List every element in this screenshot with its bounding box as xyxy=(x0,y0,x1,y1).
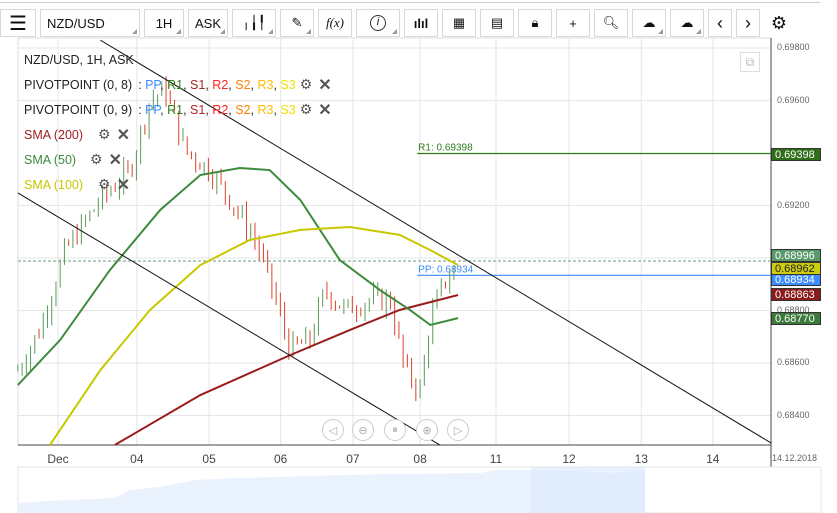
price-label: 0.69398 xyxy=(771,147,821,161)
price-tick-label: 0.69800 xyxy=(777,42,810,52)
price-label: 0.68863 xyxy=(771,287,821,301)
window-restore-icon: ⧉ xyxy=(745,55,755,69)
sma-name: SMA (100) xyxy=(24,177,84,192)
gear-icon[interactable]: ⚙ xyxy=(98,126,111,143)
time-tick-label: 14 xyxy=(706,452,720,466)
legend-sma-50: SMA (50) ⚙ ✕ xyxy=(24,147,332,172)
gear-icon[interactable]: ⚙ xyxy=(98,176,111,193)
scroll-forward-button[interactable]: ▷ xyxy=(447,419,469,441)
pivot-name: PIVOTPOINT (0, 8) xyxy=(24,77,133,92)
pivot-part-s3: S3 xyxy=(280,77,296,92)
time-tick-label: 07 xyxy=(346,452,360,466)
close-icon[interactable]: ✕ xyxy=(318,100,331,120)
time-tick-label: 05 xyxy=(202,452,216,466)
restore-button[interactable]: ⧉ xyxy=(740,52,760,72)
price-tick-label: 0.68600 xyxy=(777,357,810,367)
pivot-part-r2: R2 xyxy=(212,77,229,92)
chevron-right-icon: ▷ xyxy=(453,424,463,437)
close-icon[interactable]: ✕ xyxy=(318,75,331,95)
time-tick-label: 04 xyxy=(130,452,144,466)
price-label: 0.68962 xyxy=(771,261,821,275)
reset-icon: ⏸ xyxy=(392,423,398,436)
time-tick-label: 11 xyxy=(489,452,503,466)
end-date-label: 14.12.2018 xyxy=(772,453,818,463)
legend-pivot-1: PIVOTPOINT (0, 9): PP, R1, S1, R2, S2, R… xyxy=(24,100,332,120)
pivot-part-r2: R2 xyxy=(212,102,229,117)
pivot-part-r3: R3 xyxy=(257,102,274,117)
price-tick-label: 0.68400 xyxy=(777,409,810,420)
gear-icon[interactable]: ⚙ xyxy=(90,151,103,168)
zoom-in-icon: ⊕ xyxy=(422,424,432,437)
pivot-part-pp: PP xyxy=(145,77,161,92)
sma-name: SMA (200) xyxy=(24,127,84,142)
price-tick-label: 0.69200 xyxy=(777,199,810,210)
pivot-name: PIVOTPOINT (0, 9) xyxy=(24,102,133,117)
navigator-window xyxy=(531,467,645,513)
zoom-out-button[interactable]: ⊖ xyxy=(352,419,374,441)
price-label: 0.68770 xyxy=(771,312,821,326)
close-icon[interactable]: ✕ xyxy=(117,125,130,145)
legend-sma-100: SMA (100) ⚙ ✕ xyxy=(24,172,332,197)
gear-icon[interactable]: ⚙ xyxy=(300,76,313,93)
time-tick-label: Dec xyxy=(47,452,69,466)
price-tick-label: 0.69600 xyxy=(777,94,810,105)
pivot-part-pp: PP xyxy=(145,102,161,117)
reset-button[interactable]: ⏸ xyxy=(384,419,406,441)
legend-title: NZD/USD, 1H, ASK xyxy=(24,52,134,67)
pivot-parts: PP, R1, S1, R2, S2, R3, S3 xyxy=(145,77,296,92)
sma-name: SMA (50) xyxy=(24,152,77,167)
legend-pivot-0: PIVOTPOINT (0, 8): PP, R1, S1, R2, S2, R… xyxy=(24,75,332,95)
chart-legend: NZD/USD, 1H, ASK PIVOTPOINT (0, 8): PP, … xyxy=(24,47,332,197)
time-tick-label: 12 xyxy=(562,452,576,466)
pivot-line-label: R1: 0.69398 xyxy=(418,143,473,154)
pivot-line-label: PP: 0.68934 xyxy=(418,264,473,275)
zoom-out-icon: ⊖ xyxy=(358,424,368,437)
zoom-in-button[interactable]: ⊕ xyxy=(416,419,438,441)
scroll-back-button[interactable]: ◁ xyxy=(322,419,344,441)
pivot-part-s2: S2 xyxy=(235,102,251,117)
pivot-part-s3: S3 xyxy=(280,102,296,117)
price-label: 0.68996 xyxy=(771,249,821,263)
pivot-parts: PP, R1, S1, R2, S2, R3, S3 xyxy=(145,102,296,117)
pivot-part-s1: S1 xyxy=(190,102,206,117)
chevron-left-icon: ◁ xyxy=(328,424,338,437)
pivot-part-s2: S2 xyxy=(235,77,251,92)
close-icon[interactable]: ✕ xyxy=(117,175,130,195)
time-tick-label: 06 xyxy=(273,452,288,466)
legend-sma-200: SMA (200) ⚙ ✕ xyxy=(24,122,332,147)
pivot-part-r1: R1 xyxy=(167,77,184,92)
pivot-part-r3: R3 xyxy=(257,77,274,92)
pivot-part-s1: S1 xyxy=(190,77,206,92)
time-tick-label: 13 xyxy=(634,452,648,466)
time-tick-label: 08 xyxy=(413,452,427,466)
gear-icon[interactable]: ⚙ xyxy=(300,101,313,118)
pivot-part-r1: R1 xyxy=(167,102,184,117)
close-icon[interactable]: ✕ xyxy=(109,150,122,170)
